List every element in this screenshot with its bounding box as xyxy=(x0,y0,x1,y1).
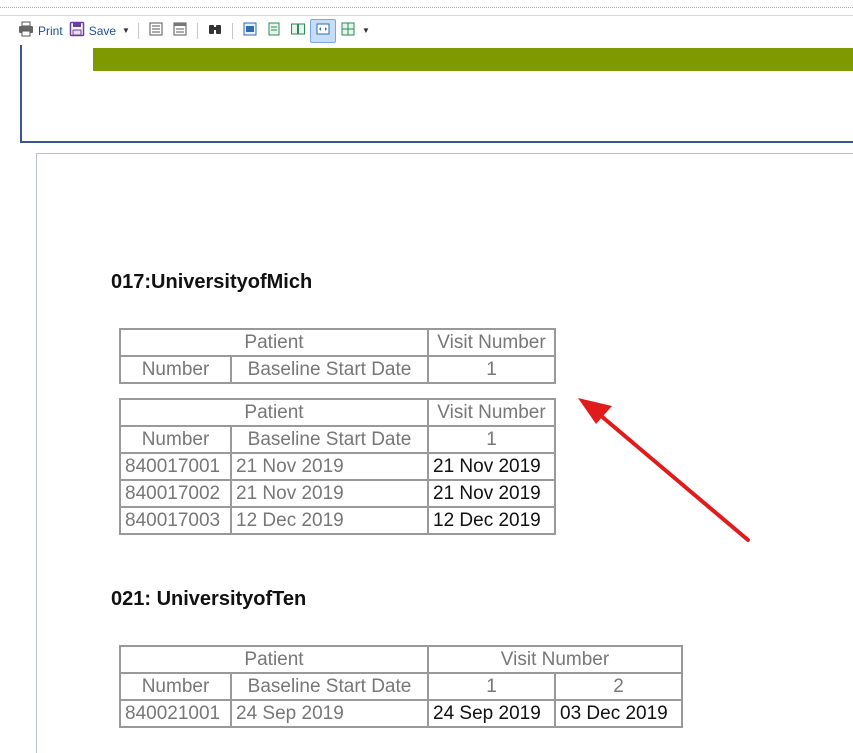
annotation-arrow xyxy=(578,398,750,542)
arrow-shaft xyxy=(598,413,750,542)
